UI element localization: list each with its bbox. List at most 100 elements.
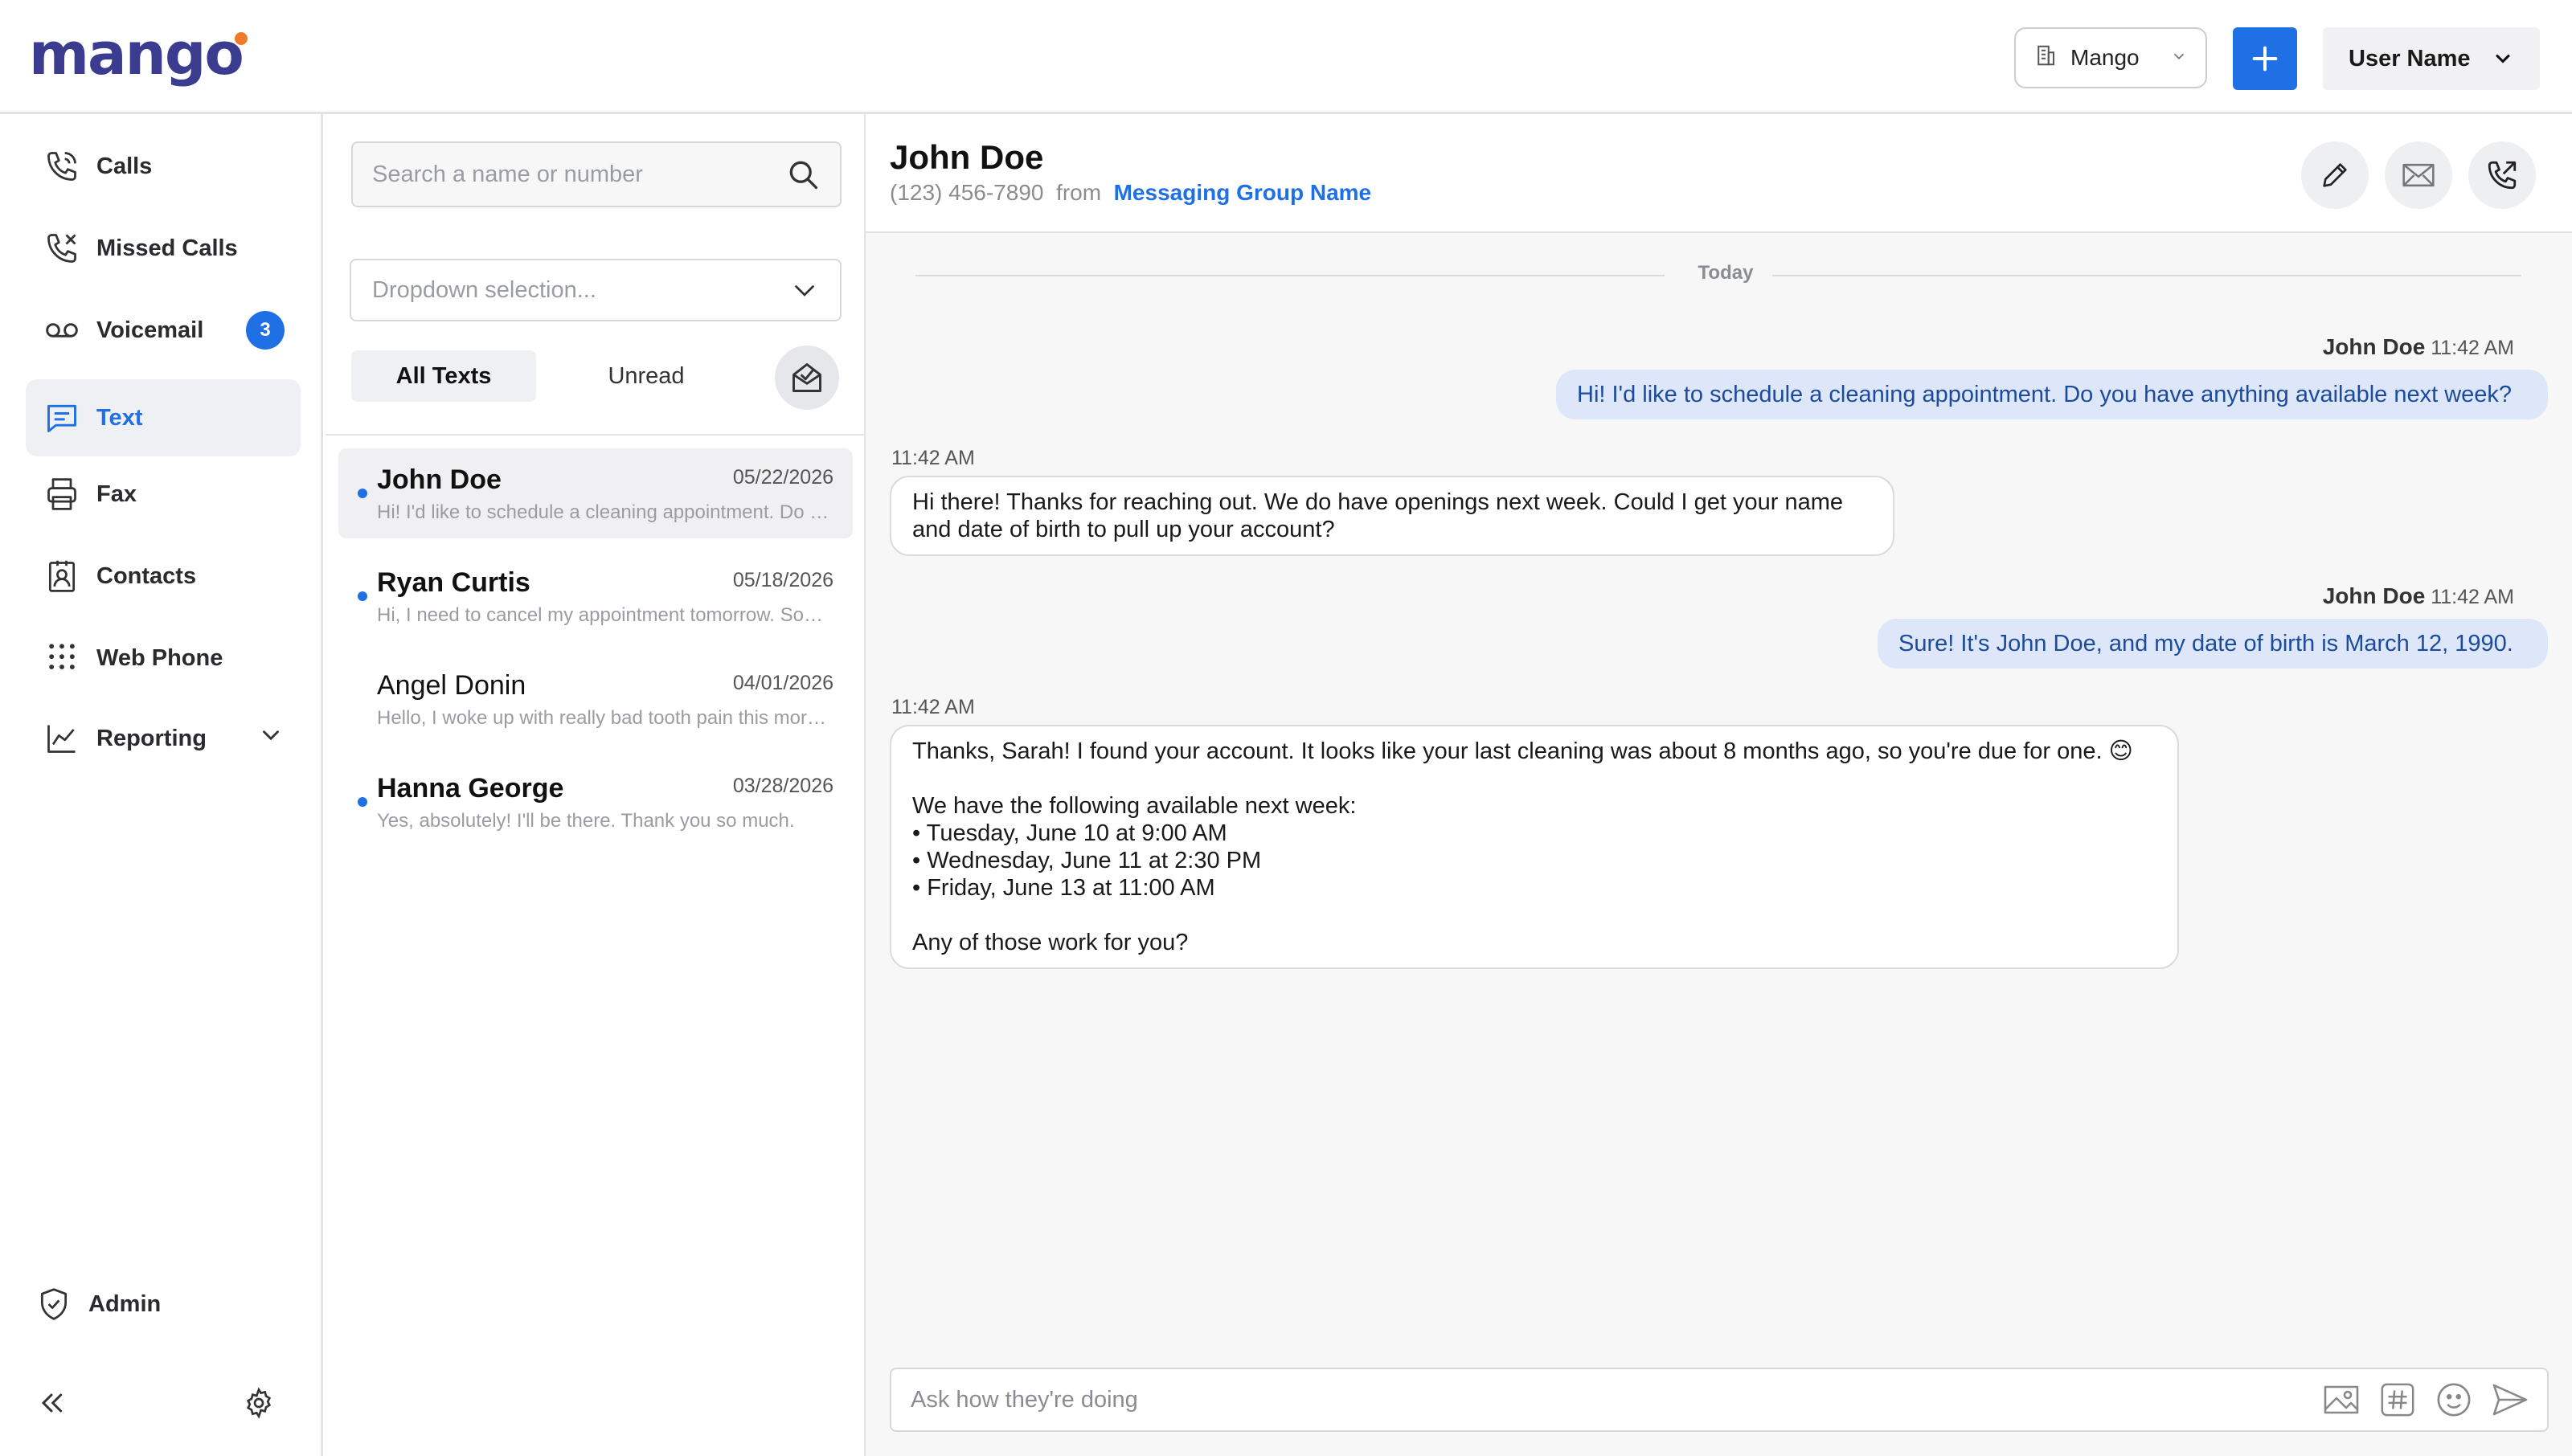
chevron-down-icon xyxy=(795,285,814,297)
conversation-item[interactable]: Hanna George 03/28/2026 Yes, absolutely!… xyxy=(338,757,853,847)
sidebar-item-label: Web Phone xyxy=(96,644,223,671)
outgoing-message-bubble: Hi! I'd like to schedule a cleaning appo… xyxy=(1556,370,2548,419)
conversation-date: 05/18/2026 xyxy=(732,569,833,591)
conversation-name: Angel Donin xyxy=(377,670,526,701)
sidebar-item-voicemail[interactable]: Voicemail 3 xyxy=(26,292,301,369)
app-header: mango Mango User Name xyxy=(0,0,2572,114)
collapse-sidebar-icon[interactable] xyxy=(35,1387,68,1423)
conversation-preview: Yes, absolutely! I'll be there. Thank yo… xyxy=(377,810,795,832)
message-meta: John Doe 11:42 AM xyxy=(2323,334,2514,360)
conversation-name: Hanna George xyxy=(377,773,564,804)
sidebar-item-reporting[interactable]: Reporting xyxy=(26,700,301,777)
conversation-name: Ryan Curtis xyxy=(377,567,530,598)
conversation-date: 04/01/2026 xyxy=(732,672,833,694)
conversation-preview: Hi, I need to cancel my appointment tomo… xyxy=(377,604,835,626)
message-composer xyxy=(890,1368,2549,1432)
conversation-list-panel: Dropdown selection... All Texts Unread J… xyxy=(326,114,866,1456)
image-attach-icon[interactable] xyxy=(2322,1380,2361,1419)
dialpad-icon xyxy=(43,640,80,677)
filter-dropdown[interactable]: Dropdown selection... xyxy=(350,259,842,321)
message-time: 11:42 AM xyxy=(891,696,975,718)
user-name-label: User Name xyxy=(2349,45,2471,72)
sidebar-item-web-phone[interactable]: Web Phone xyxy=(26,620,301,697)
envelope-icon xyxy=(2402,163,2435,187)
phone-icon xyxy=(43,148,80,185)
tab-all-texts[interactable]: All Texts xyxy=(351,350,536,402)
outgoing-message-bubble: Sure! It's John Doe, and my date of birt… xyxy=(1878,619,2548,669)
sidebar-item-contacts[interactable]: Contacts xyxy=(26,538,301,615)
search-input[interactable] xyxy=(372,161,785,188)
email-button[interactable] xyxy=(2385,141,2452,209)
message-sender: John Doe xyxy=(2322,334,2426,359)
edit-contact-button[interactable] xyxy=(2301,141,2369,209)
contact-phone: (123) 456-7890 xyxy=(890,180,1044,205)
messaging-group-link[interactable]: Messaging Group Name xyxy=(1114,180,1372,205)
printer-icon xyxy=(43,476,80,513)
chat-header: John Doe (123) 456-7890 from Messaging G… xyxy=(866,114,2572,233)
user-menu-button[interactable]: User Name xyxy=(2323,27,2540,90)
contact-name: John Doe xyxy=(890,138,1044,176)
list-divider xyxy=(326,434,866,436)
filter-dropdown-label: Dropdown selection... xyxy=(372,276,596,303)
missed-call-icon xyxy=(43,230,80,267)
unread-dot-icon xyxy=(358,797,367,807)
unread-dot-icon xyxy=(358,489,367,498)
message-input[interactable] xyxy=(911,1386,2304,1413)
contact-card-icon xyxy=(43,558,80,595)
sidebar-item-calls[interactable]: Calls xyxy=(26,128,301,205)
hashtag-icon[interactable] xyxy=(2378,1380,2417,1419)
chevron-down-icon[interactable] xyxy=(257,722,285,755)
outgoing-call-icon xyxy=(2488,161,2517,190)
call-contact-button[interactable] xyxy=(2468,141,2536,209)
open-envelope-icon xyxy=(792,363,821,392)
sidebar-item-admin[interactable]: Admin xyxy=(18,1266,293,1343)
search-box xyxy=(351,141,842,207)
day-divider-label: Today xyxy=(1698,262,1754,284)
conversation-date: 03/28/2026 xyxy=(732,775,833,797)
plus-icon xyxy=(2252,46,2278,72)
tab-unread[interactable]: Unread xyxy=(554,350,739,402)
sidebar-item-label: Admin xyxy=(88,1290,162,1317)
sidebar-item-label: Fax xyxy=(96,481,137,507)
conversation-preview: Hello, I woke up with really bad tooth p… xyxy=(377,707,835,729)
chevron-down-icon xyxy=(2496,54,2510,63)
sidebar-item-missed-calls[interactable]: Missed Calls xyxy=(26,210,301,287)
chart-line-icon xyxy=(43,720,80,757)
building-icon xyxy=(2033,43,2058,73)
message-time: 11:42 AM xyxy=(891,447,975,469)
mango-logo[interactable]: mango xyxy=(29,18,248,90)
send-icon[interactable] xyxy=(2491,1380,2529,1419)
voicemail-count-badge: 3 xyxy=(246,311,285,350)
sidebar-item-fax[interactable]: Fax xyxy=(26,456,301,533)
message-time: 11:42 AM xyxy=(2431,586,2514,608)
search-icon[interactable] xyxy=(785,157,821,192)
sidebar-item-label: Calls xyxy=(96,153,153,179)
voicemail-icon xyxy=(43,312,80,349)
add-button[interactable] xyxy=(2233,27,2297,90)
chat-icon xyxy=(43,399,80,436)
conversation-item[interactable]: John Doe 05/22/2026 Hi! I'd like to sche… xyxy=(338,448,853,538)
conversation-item[interactable]: Ryan Curtis 05/18/2026 Hi, I need to can… xyxy=(338,551,853,641)
logo-dot-icon xyxy=(234,32,248,45)
inbox-button[interactable] xyxy=(775,346,839,410)
conversation-name: John Doe xyxy=(377,464,502,495)
emoji-icon[interactable] xyxy=(2435,1380,2473,1419)
incoming-message-bubble: Hi there! Thanks for reaching out. We do… xyxy=(890,476,1894,556)
sidebar-nav: Calls Missed Calls Voicemail 3 Text Fax … xyxy=(0,114,323,1456)
message-time: 11:42 AM xyxy=(2431,337,2514,359)
pencil-icon xyxy=(2323,163,2347,187)
gear-icon[interactable] xyxy=(243,1387,275,1423)
contact-subtitle: (123) 456-7890 from Messaging Group Name xyxy=(890,180,1371,206)
sidebar-item-label: Text xyxy=(96,404,143,431)
conversation-item[interactable]: Angel Donin 04/01/2026 Hello, I woke up … xyxy=(338,654,853,744)
unread-dot-icon xyxy=(358,591,367,601)
organization-select-label: Mango xyxy=(2070,45,2140,70)
conversation-preview: Hi! I'd like to schedule a cleaning appo… xyxy=(377,501,835,523)
sidebar-item-label: Missed Calls xyxy=(96,235,238,261)
sidebar-item-text[interactable]: Text xyxy=(26,379,301,456)
sidebar-item-label: Contacts xyxy=(96,562,197,589)
sidebar-item-label: Reporting xyxy=(96,725,207,751)
organization-select[interactable]: Mango xyxy=(2014,27,2207,88)
conversation-date: 05/22/2026 xyxy=(732,466,833,489)
message-sender: John Doe xyxy=(2322,583,2426,608)
